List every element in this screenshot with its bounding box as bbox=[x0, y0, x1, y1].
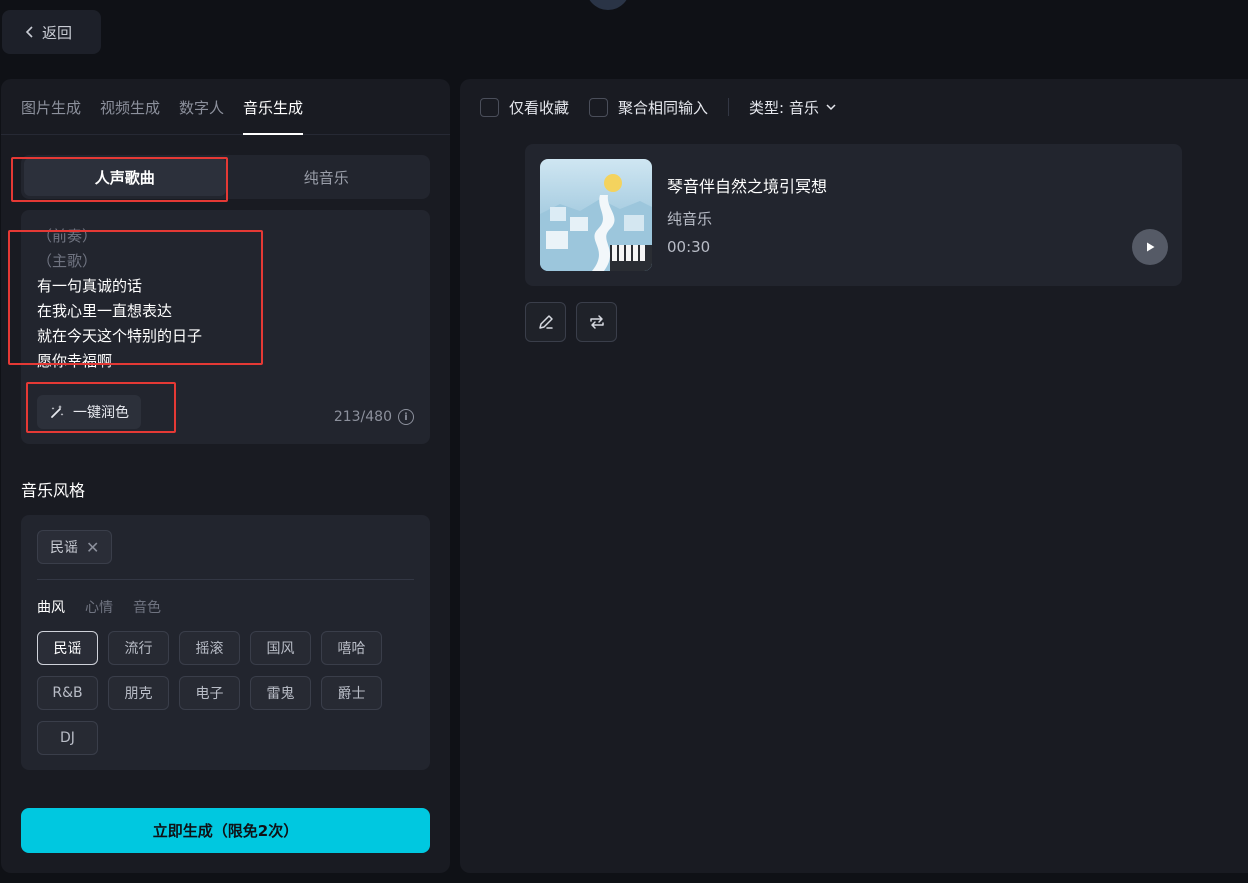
music-duration: 00:30 bbox=[667, 238, 711, 256]
close-icon[interactable]: ✕ bbox=[86, 538, 99, 557]
style-tag[interactable]: 爵士 bbox=[321, 676, 382, 710]
polish-button[interactable]: 一键润色 bbox=[37, 395, 141, 429]
favorites-only-label: 仅看收藏 bbox=[509, 98, 570, 117]
mode-pure-music[interactable]: 纯音乐 bbox=[226, 158, 428, 196]
merge-same-input-checkbox[interactable]: 聚合相同输入 bbox=[589, 97, 708, 118]
style-tag[interactable]: DJ bbox=[37, 721, 98, 755]
lyric-line: （前奏） bbox=[37, 227, 98, 245]
style-sub-tabs: 曲风 心情 音色 bbox=[37, 597, 161, 617]
filter-bar: 仅看收藏 聚合相同输入 类型: 音乐 bbox=[480, 95, 837, 119]
divider bbox=[37, 579, 414, 580]
style-tag[interactable]: 雷鬼 bbox=[250, 676, 311, 710]
lyric-line: 在我心里一直想表达 bbox=[37, 302, 173, 320]
generator-tabs: 图片生成 视频生成 数字人 音乐生成 bbox=[1, 79, 450, 135]
lyrics-editor[interactable]: （前奏） （主歌） 有一句真诚的话 在我心里一直想表达 就在今天这个特别的日子 … bbox=[21, 210, 430, 444]
left-panel: 图片生成 视频生成 数字人 音乐生成 人声歌曲 纯音乐 （前奏） （主歌） 有一… bbox=[1, 79, 450, 873]
lyric-line: 愿你幸福啊 bbox=[37, 352, 113, 370]
chevron-left-icon bbox=[25, 26, 33, 38]
checkbox-box[interactable] bbox=[480, 97, 499, 117]
mode-vocal-song[interactable]: 人声歌曲 bbox=[24, 158, 226, 196]
tab-image-generation[interactable]: 图片生成 bbox=[21, 79, 81, 135]
info-icon[interactable]: i bbox=[398, 409, 414, 425]
tab-music-generation[interactable]: 音乐生成 bbox=[243, 79, 304, 135]
tab-timbre[interactable]: 音色 bbox=[133, 597, 161, 617]
regenerate-button[interactable] bbox=[576, 302, 617, 342]
mode-switch: 人声歌曲 纯音乐 bbox=[21, 155, 430, 199]
lyric-line: （主歌） bbox=[37, 252, 98, 270]
selected-style-chip: 民谣 ✕ bbox=[37, 530, 113, 564]
lyric-line: 就在今天这个特别的日子 bbox=[37, 327, 203, 345]
cover-image bbox=[540, 159, 652, 271]
magic-wand-icon bbox=[51, 405, 64, 418]
style-tag[interactable]: 民谣 bbox=[37, 631, 98, 665]
tab-genre[interactable]: 曲风 bbox=[37, 597, 65, 617]
back-button[interactable]: 返回 bbox=[2, 10, 101, 54]
style-tag[interactable]: R&B bbox=[37, 676, 98, 710]
music-style-panel: 民谣 ✕ 曲风 心情 音色 民谣 流行 摇滚 国风 嘻哈 R&B 朋克 电子 雷… bbox=[21, 515, 430, 770]
pencil-icon bbox=[538, 315, 553, 329]
music-style-title: 音乐风格 bbox=[21, 481, 86, 500]
play-button[interactable] bbox=[1132, 229, 1168, 265]
divider bbox=[728, 98, 730, 116]
music-result-card[interactable]: 琴音伴自然之境引冥想 纯音乐 00:30 bbox=[525, 144, 1182, 286]
edit-button[interactable] bbox=[525, 302, 566, 342]
selected-style-label: 民谣 bbox=[50, 540, 78, 556]
tab-mood[interactable]: 心情 bbox=[85, 597, 113, 617]
right-panel: 仅看收藏 聚合相同输入 类型: 音乐 琴音伴自然之境引冥想 纯音乐 00:30 bbox=[460, 79, 1248, 873]
music-type: 纯音乐 bbox=[667, 210, 713, 228]
style-tag[interactable]: 电子 bbox=[179, 676, 240, 710]
style-tag[interactable]: 摇滚 bbox=[179, 631, 240, 665]
style-tag[interactable]: 嘻哈 bbox=[321, 631, 382, 665]
back-label: 返回 bbox=[42, 23, 73, 42]
play-icon bbox=[1147, 242, 1155, 252]
char-count: 213/480 i bbox=[334, 409, 414, 425]
tab-video-generation[interactable]: 视频生成 bbox=[100, 79, 160, 135]
style-tag[interactable]: 流行 bbox=[108, 631, 169, 665]
generate-button[interactable]: 立即生成（限免2次） bbox=[21, 808, 430, 853]
favorites-only-checkbox[interactable]: 仅看收藏 bbox=[480, 97, 569, 118]
repeat-icon bbox=[589, 315, 604, 329]
char-count-value: 213/480 bbox=[333, 409, 392, 425]
style-tag-grid: 民谣 流行 摇滚 国风 嘻哈 R&B 朋克 电子 雷鬼 爵士 DJ bbox=[37, 631, 417, 755]
music-title: 琴音伴自然之境引冥想 bbox=[667, 177, 828, 196]
type-select[interactable]: 类型: 音乐 bbox=[749, 97, 837, 118]
tab-digital-human[interactable]: 数字人 bbox=[179, 79, 224, 135]
merge-same-input-label: 聚合相同输入 bbox=[618, 98, 709, 117]
polish-label: 一键润色 bbox=[73, 405, 129, 421]
lyric-line: 有一句真诚的话 bbox=[37, 277, 143, 295]
checkbox-box[interactable] bbox=[589, 97, 609, 117]
chevron-down-icon bbox=[826, 104, 836, 111]
type-select-label: 类型: 音乐 bbox=[749, 98, 819, 117]
style-tag[interactable]: 朋克 bbox=[108, 676, 169, 710]
style-tag[interactable]: 国风 bbox=[250, 631, 311, 665]
top-avatar-orb bbox=[586, 0, 630, 10]
